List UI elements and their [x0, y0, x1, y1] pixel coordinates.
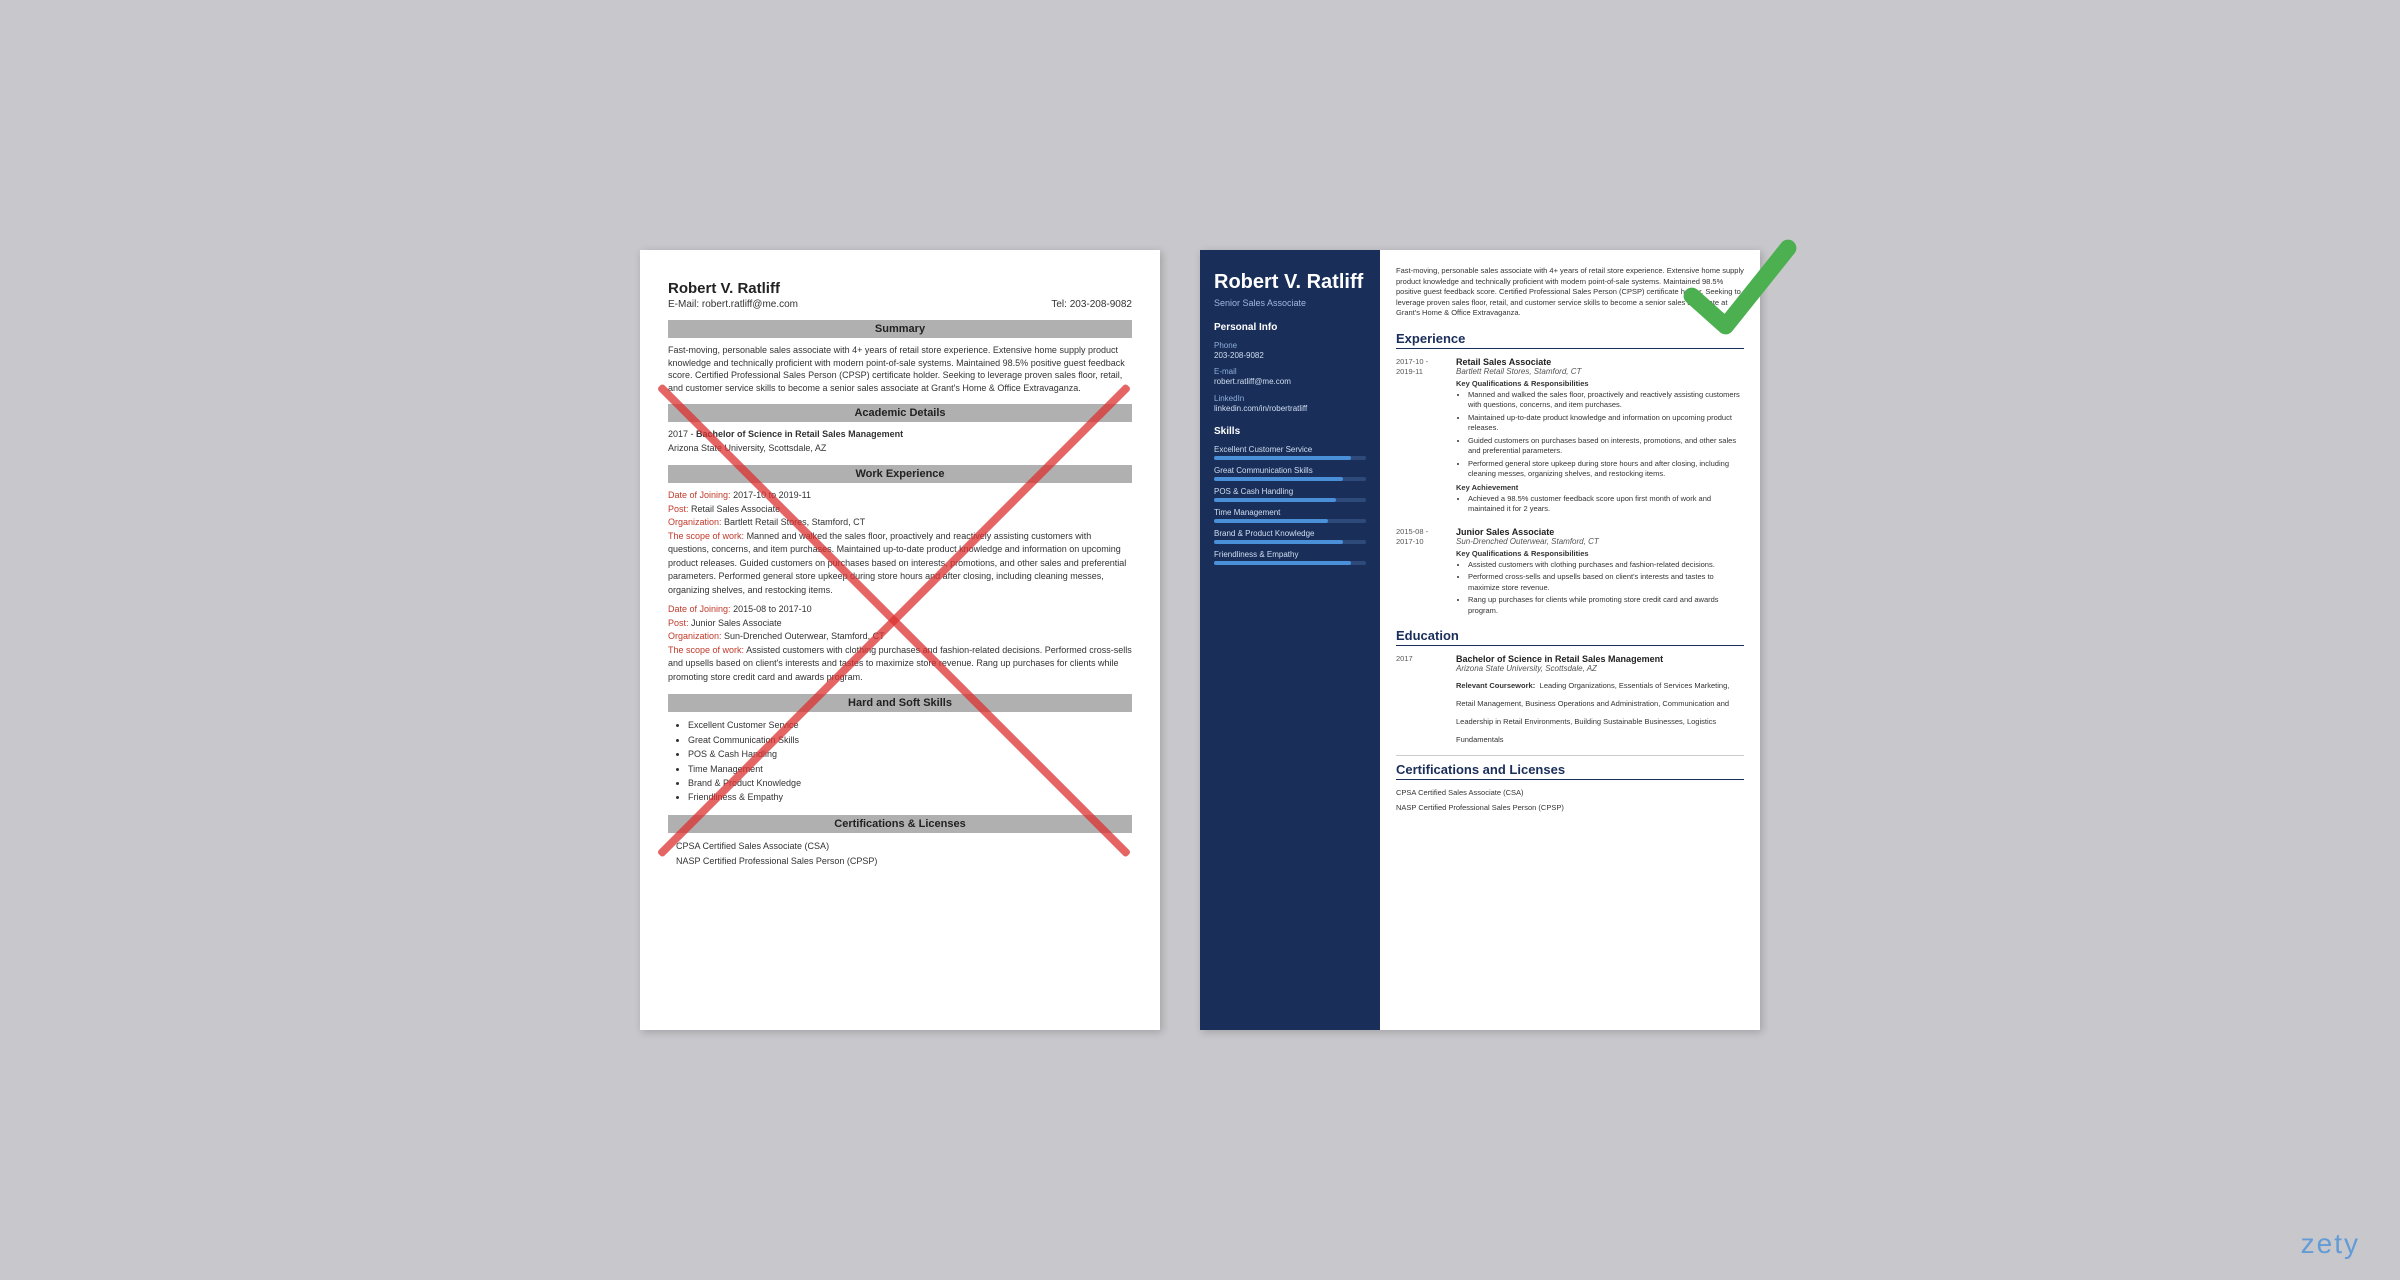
education-entry: 2017 - Bachelor of Science in Retail Sal… — [668, 428, 1132, 455]
certs-list: CPSA Certified Sales Associate (CSA) NAS… — [668, 839, 1132, 870]
exp-entry-1: 2017-10 - 2019-11 Retail Sales Associate… — [1396, 357, 1744, 517]
exp-details-2: Junior Sales Associate Sun-Drenched Oute… — [1456, 527, 1744, 619]
skill-item: POS & Cash Handling — [688, 747, 1132, 761]
skill-bar-item-2: Great Communication Skills — [1214, 466, 1366, 481]
good-resume: Robert V. Ratliff Senior Sales Associate… — [1200, 250, 1760, 1030]
candidate-title: Senior Sales Associate — [1214, 298, 1366, 308]
exp-date-1: 2017-10 - 2019-11 — [1396, 357, 1448, 517]
linkedin-value: linkedin.com/in/robertratliff — [1214, 404, 1366, 414]
skill-item: Great Communication Skills — [688, 733, 1132, 747]
bad-resume-name: Robert V. Ratliff — [668, 280, 1132, 297]
cert-divider — [1396, 755, 1744, 756]
summary-header: Summary — [668, 320, 1132, 338]
skill-item: Time Management — [688, 762, 1132, 776]
cert-item-2: NASP Certified Professional Sales Person… — [1396, 803, 1744, 814]
edu-entry-1: 2017 Bachelor of Science in Retail Sales… — [1396, 654, 1744, 747]
work-entry-2: Date of Joining: 2015-08 to 2017-10 Post… — [668, 603, 1132, 684]
phone-label: Phone — [1214, 341, 1366, 350]
skill-bar-item-5: Brand & Product Knowledge — [1214, 529, 1366, 544]
skill-bar-item-1: Excellent Customer Service — [1214, 445, 1366, 460]
exp-details-1: Retail Sales Associate Bartlett Retail S… — [1456, 357, 1744, 517]
bad-resume-phone: Tel: 203-208-9082 — [1051, 299, 1132, 310]
email-value: robert.ratliff@me.com — [1214, 377, 1366, 387]
skill-item: Friendliness & Empathy — [688, 790, 1132, 804]
education-title: Education — [1396, 628, 1744, 646]
linkedin-label: LinkedIn — [1214, 394, 1366, 403]
zety-watermark: zety — [2301, 1228, 2360, 1260]
skills-header: Hard and Soft Skills — [668, 694, 1132, 712]
personal-info-title: Personal Info — [1214, 322, 1366, 333]
exp-entry-2: 2015-08 - 2017-10 Junior Sales Associate… — [1396, 527, 1744, 619]
work-entry-1: Date of Joining: 2017-10 to 2019-11 Post… — [668, 489, 1132, 597]
skill-bar-item-4: Time Management — [1214, 508, 1366, 523]
cert-item: NASP Certified Professional Sales Person… — [676, 854, 1132, 869]
candidate-name: Robert V. Ratliff — [1214, 270, 1366, 294]
skills-list: Excellent Customer Service Great Communi… — [668, 718, 1132, 804]
work-header: Work Experience — [668, 465, 1132, 483]
bad-resume: Robert V. Ratliff E-Mail: robert.ratliff… — [640, 250, 1160, 1030]
experience-title: Experience — [1396, 331, 1744, 349]
edu-date-1: 2017 — [1396, 654, 1448, 747]
cert-item: CPSA Certified Sales Associate (CSA) — [676, 839, 1132, 854]
email-label: E-mail — [1214, 367, 1366, 376]
skill-bar-item-3: POS & Cash Handling — [1214, 487, 1366, 502]
cert-item-1: CPSA Certified Sales Associate (CSA) — [1396, 788, 1744, 799]
main-content: Fast-moving, personable sales associate … — [1380, 250, 1760, 1030]
bad-resume-email: E-Mail: robert.ratliff@me.com — [668, 299, 798, 310]
exp-date-2: 2015-08 - 2017-10 — [1396, 527, 1448, 619]
sidebar: Robert V. Ratliff Senior Sales Associate… — [1200, 250, 1380, 1030]
skills-title: Skills — [1214, 426, 1366, 437]
skill-bar-item-6: Friendliness & Empathy — [1214, 550, 1366, 565]
academic-header: Academic Details — [668, 404, 1132, 422]
skill-item: Excellent Customer Service — [688, 718, 1132, 732]
certs-title: Certifications and Licenses — [1396, 762, 1744, 780]
phone-value: 203-208-9082 — [1214, 351, 1366, 361]
good-summary: Fast-moving, personable sales associate … — [1396, 266, 1744, 319]
skill-item: Brand & Product Knowledge — [688, 776, 1132, 790]
edu-details-1: Bachelor of Science in Retail Sales Mana… — [1456, 654, 1744, 747]
certs-header: Certifications & Licenses — [668, 815, 1132, 833]
summary-text: Fast-moving, personable sales associate … — [668, 344, 1132, 394]
